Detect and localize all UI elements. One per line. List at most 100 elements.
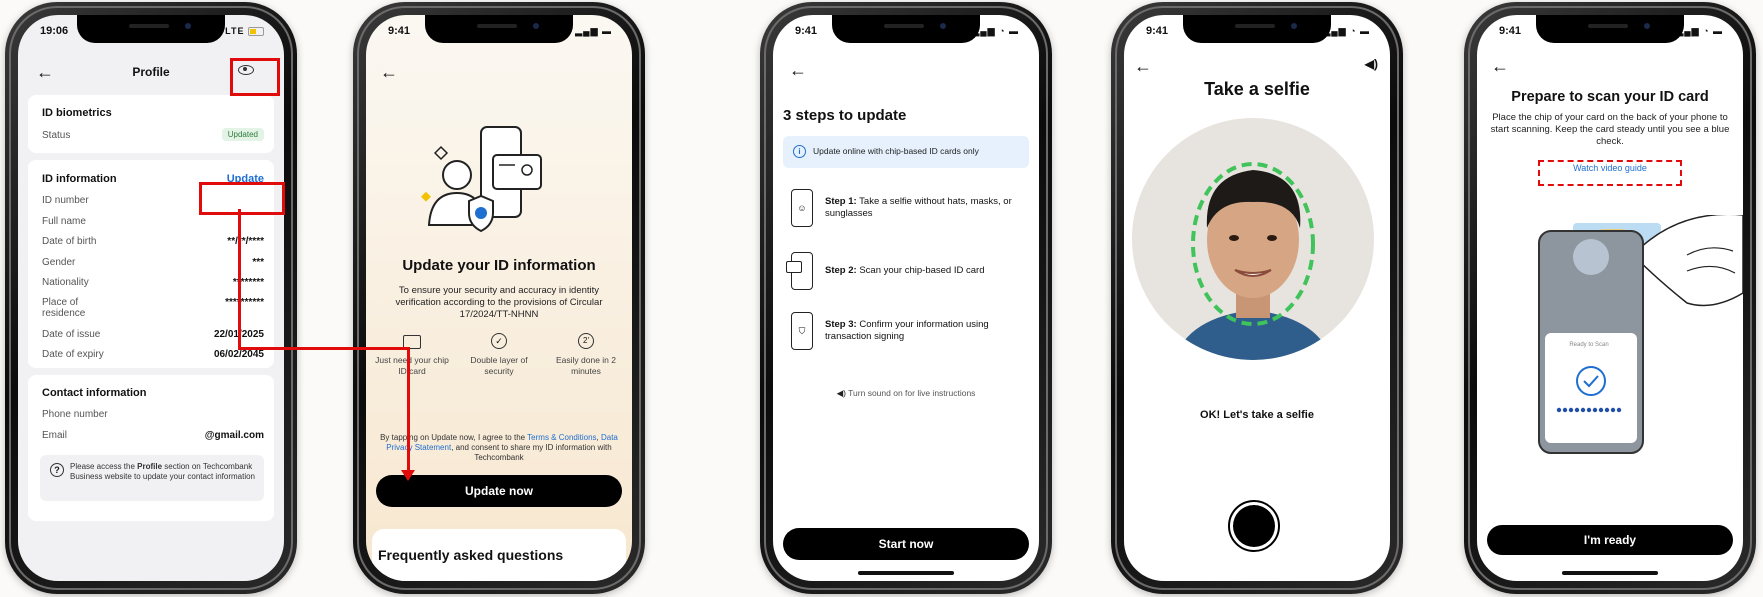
- status-time: 9:41: [1146, 25, 1169, 37]
- status-signal-icon: ▂▄▆ ▬: [575, 26, 612, 36]
- notch: [1183, 15, 1331, 43]
- status-label: Status: [42, 130, 71, 141]
- note-text: Please access the Profile section on Tec…: [70, 462, 255, 481]
- notch: [1536, 15, 1684, 43]
- id-info-title: ID information: [42, 173, 117, 185]
- field-row: Date of birth **/**/****: [42, 236, 264, 247]
- field-label: Nationality: [42, 277, 89, 288]
- highlight-video-guide: [1538, 160, 1682, 186]
- contact-card: Contact information Phone number Email @g…: [28, 375, 274, 521]
- steps-screen: 9:41 ▂▄▆ ◔ ▬ ← 3 steps to update i Updat…: [773, 15, 1039, 581]
- field-label: Full name: [42, 216, 86, 227]
- field-value: ***: [252, 257, 264, 268]
- back-arrow-icon[interactable]: ←: [1134, 57, 1152, 75]
- field-row: Nationality ********: [42, 277, 264, 288]
- phone-update-intro: 9:41 ▂▄▆ ▬ ← Update your ID information …: [353, 2, 645, 594]
- status-time: 9:41: [795, 25, 818, 37]
- field-row: Gender ***: [42, 257, 264, 268]
- highlight-update-link: [199, 182, 285, 215]
- start-now-button[interactable]: Start now: [783, 528, 1029, 560]
- connector-line-down: [407, 347, 410, 472]
- selfie-title: Take a selfie: [1204, 79, 1310, 99]
- face-preview: [1132, 118, 1374, 360]
- check-shield-icon: ✓: [491, 333, 507, 349]
- connector-arrowhead-icon: [401, 470, 415, 481]
- im-ready-button[interactable]: I'm ready: [1487, 525, 1733, 555]
- field-label: Date of expiry: [42, 349, 104, 360]
- back-arrow-icon[interactable]: ←: [380, 63, 398, 81]
- selfie-step-icon: ☺: [791, 189, 813, 227]
- phone-label: Phone number: [42, 409, 108, 420]
- biometrics-title: ID biometrics: [42, 107, 112, 119]
- info-banner: i Update online with chip-based ID cards…: [783, 136, 1029, 168]
- field-row: Full name: [42, 216, 264, 227]
- selfie-caption: OK! Let's take a selfie: [1200, 409, 1314, 421]
- question-icon: ?: [50, 463, 64, 477]
- terms-text: By tapping on Update now, I agree to the…: [380, 433, 618, 462]
- contact-note: ? Please access the Profile section on T…: [40, 455, 264, 501]
- feature-label: Just need your chip ID card: [375, 355, 449, 376]
- notch: [832, 15, 980, 43]
- field-row: Date of expiry 06/02/2045: [42, 349, 264, 360]
- step-text: Step 3: Confirm your information using t…: [825, 319, 989, 342]
- update-intro-screen: 9:41 ▂▄▆ ▬ ← Update your ID information …: [366, 15, 632, 581]
- update-title: Update your ID information: [402, 257, 596, 274]
- highlight-eye-toggle: [230, 58, 280, 96]
- info-icon: i: [793, 145, 806, 158]
- field-label: ID number: [42, 195, 89, 206]
- status-time: 9:41: [1499, 25, 1522, 37]
- speaker-icon[interactable]: ◀): [1365, 57, 1378, 71]
- selfie-screen: 9:41 ▂▄▆ ◔ ▬ ← ◀) Take a selfie OK! Let'…: [1124, 15, 1390, 581]
- field-label: Date of issue: [42, 329, 101, 340]
- status-time: 9:41: [388, 25, 411, 37]
- field-label: Place of residence: [42, 297, 86, 319]
- faq-title[interactable]: Frequently asked questions: [378, 547, 563, 563]
- speaker-icon: ◀): [836, 388, 846, 398]
- field-value: 06/02/2045: [213, 349, 264, 360]
- back-arrow-icon[interactable]: ←: [1491, 57, 1509, 75]
- step-text: Step 1: Take a selfie without hats, mask…: [825, 196, 1012, 219]
- phone-steps: 9:41 ▂▄▆ ◔ ▬ ← 3 steps to update i Updat…: [760, 2, 1052, 594]
- sound-hint: ◀) Turn sound on for live instructions: [836, 388, 976, 398]
- field-row: Date of issue22/01/2025: [42, 329, 264, 340]
- phone-selfie: 9:41 ▂▄▆ ◔ ▬ ← ◀) Take a selfie OK! Let'…: [1111, 2, 1403, 594]
- connector-line-horizontal: [238, 347, 410, 350]
- biometrics-card: ID biometrics Status Updated: [28, 95, 274, 153]
- feature-item: 2' Easily done in 2 minutes: [546, 333, 626, 377]
- steps-title: 3 steps to update: [783, 107, 907, 124]
- feature-item: Just need your chip ID card: [372, 335, 452, 377]
- notch: [425, 15, 573, 43]
- home-indicator: [858, 571, 954, 575]
- terms-link[interactable]: Terms & Conditions: [527, 433, 596, 442]
- feature-item: ✓ Double layer of security: [459, 333, 539, 377]
- status-signal: LTE: [225, 26, 264, 37]
- ready-to-scan-label: Ready to Scan: [1569, 342, 1609, 348]
- shutter-button[interactable]: [1228, 500, 1280, 552]
- stopwatch-icon: 2': [578, 333, 594, 349]
- faq-panel: Frequently asked questions: [372, 529, 626, 581]
- phone-row: Phone number: [42, 409, 264, 420]
- scan-screen: 9:41 ▂▄▆ ◔ ▬ ← Prepare to scan your ID c…: [1477, 15, 1743, 581]
- phone-scan: 9:41 ▂▄▆ ◔ ▬ ← Prepare to scan your ID c…: [1464, 2, 1756, 594]
- connector-line-vertical: [238, 209, 241, 350]
- field-label: Gender: [42, 257, 76, 268]
- field-value: **/**/****: [227, 236, 264, 247]
- email-label: Email: [42, 430, 68, 441]
- card-step-icon: [786, 252, 813, 290]
- sign-step-icon: ⛉: [791, 312, 813, 350]
- email-value: @gmail.com: [204, 430, 264, 441]
- info-text: Update online with chip-based ID cards o…: [813, 146, 979, 156]
- field-value: **********: [225, 297, 264, 308]
- field-row: Place of residence **********: [42, 297, 264, 319]
- step-text: Step 2: Scan your chip-based ID card: [825, 265, 985, 276]
- feature-label: Easily done in 2 minutes: [555, 355, 616, 376]
- update-description: To ensure your security and accuracy in …: [395, 285, 603, 320]
- status-time: 19:06: [40, 25, 69, 37]
- back-arrow-icon[interactable]: ←: [789, 61, 807, 79]
- status-badge: Updated: [221, 128, 264, 141]
- feature-label: Double layer of security: [470, 355, 528, 376]
- profile-screen: 19:06 LTE ← Profile ID biometrics Status…: [18, 15, 284, 581]
- contact-title: Contact information: [42, 387, 147, 399]
- id-illustration-icon: [421, 126, 542, 233]
- notch: [77, 15, 225, 43]
